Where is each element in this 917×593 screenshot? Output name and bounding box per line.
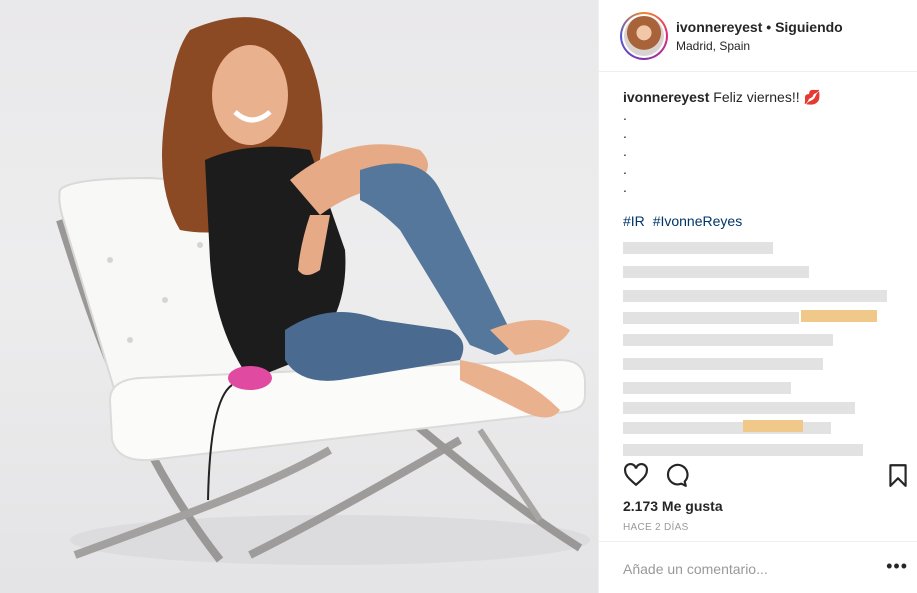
header-username[interactable]: ivonnereyest: [676, 19, 762, 35]
caption-text: Feliz viernes!! 💋: [713, 89, 821, 105]
avatar[interactable]: [620, 12, 668, 60]
avatar-image: [624, 16, 664, 56]
post-side-panel: ivonnereyest • Siguiendo Madrid, Spain i…: [598, 0, 917, 593]
caption-dot: .: [623, 107, 627, 123]
caption-line: ivonnereyest Feliz viernes!! 💋: [623, 88, 903, 106]
bookmark-icon[interactable]: [885, 462, 911, 488]
blurred-comment-row: [623, 382, 791, 394]
caption-dot: .: [623, 161, 627, 177]
hashtag-link[interactable]: #IR: [623, 213, 645, 229]
header-line: ivonnereyest • Siguiendo: [676, 19, 843, 35]
caption-dot: .: [623, 179, 627, 195]
caption-dot: .: [623, 143, 627, 159]
comment-bubble-icon[interactable]: [663, 462, 689, 488]
caption-username[interactable]: ivonnereyest: [623, 89, 709, 105]
header-separator: •: [766, 19, 772, 35]
avatar-frame: [622, 14, 666, 58]
following-button[interactable]: Siguiendo: [775, 19, 843, 35]
blurred-comment-row: [623, 312, 799, 324]
blurred-comment-row: [623, 266, 809, 278]
more-options-icon[interactable]: •••: [886, 556, 908, 577]
hashtag-link[interactable]: #IvonneReyes: [653, 213, 743, 229]
hashtags: #IR #IvonneReyes: [623, 212, 903, 230]
caption-dot: .: [623, 125, 627, 141]
blurred-comment-row: [623, 358, 823, 370]
blurred-comment-row: [743, 420, 803, 432]
blurred-comment-row: [623, 242, 773, 254]
blurred-comments: [623, 238, 891, 458]
post-timestamp[interactable]: HACE 2 DÍAS: [623, 522, 689, 533]
heart-icon[interactable]: [623, 462, 649, 488]
caption: ivonnereyest Feliz viernes!! 💋 . . . . .…: [623, 88, 903, 230]
caption-dots: . . . . .: [623, 106, 903, 196]
likes-count[interactable]: 2.173 Me gusta: [623, 498, 723, 514]
comment-input[interactable]: [623, 558, 863, 580]
post-header: ivonnereyest • Siguiendo Madrid, Spain: [599, 0, 917, 72]
blurred-comment-row: [623, 444, 863, 456]
comment-bar: •••: [599, 541, 917, 593]
blurred-comment-row: [623, 290, 887, 302]
post-photo[interactable]: [0, 0, 598, 593]
blurred-comment-row: [623, 334, 833, 346]
blurred-comment-row: [623, 402, 855, 414]
photo-illustration: [56, 17, 590, 565]
location-link[interactable]: Madrid, Spain: [676, 39, 750, 53]
blurred-comment-row: [801, 310, 877, 322]
